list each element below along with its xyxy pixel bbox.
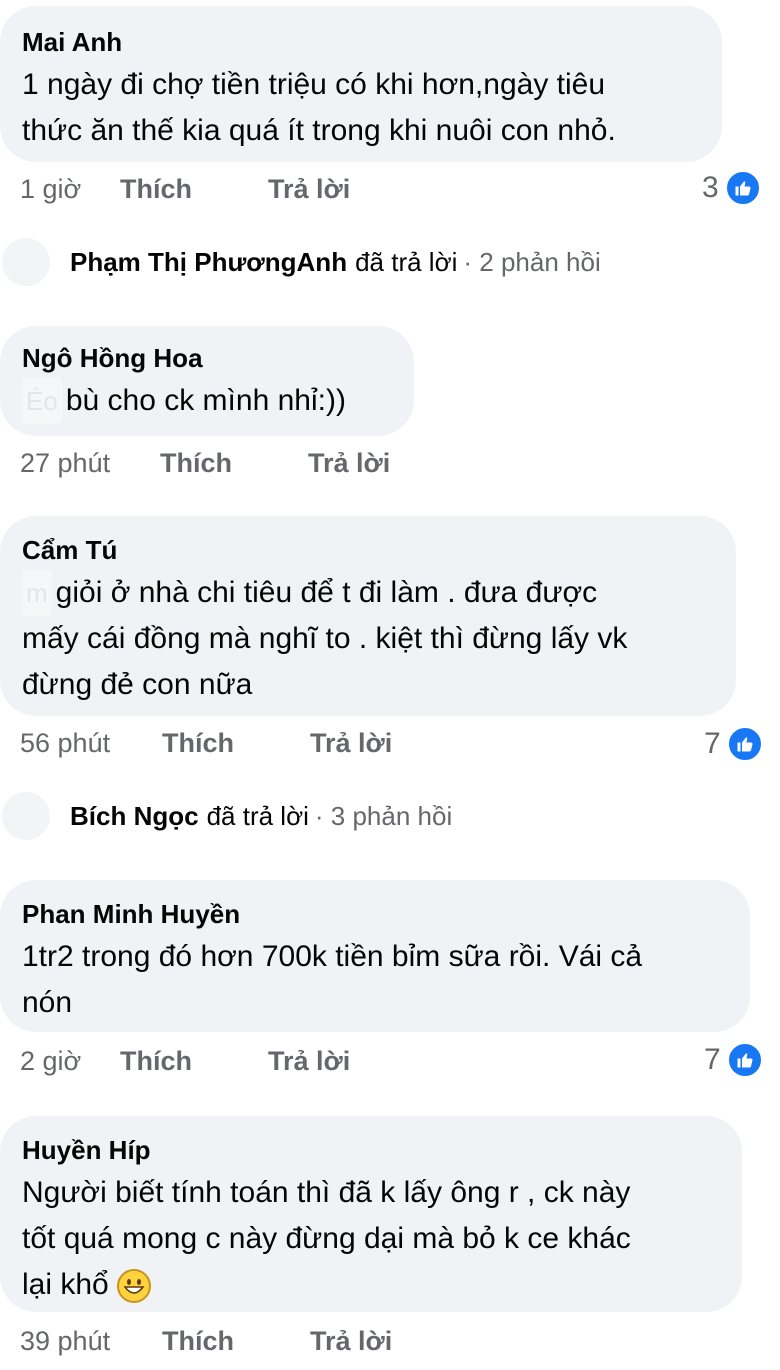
like-button[interactable]: Thích xyxy=(120,1046,192,1077)
view-replies-link[interactable]: Bích Ngọc đã trả lời · 3 phản hồi xyxy=(0,792,452,840)
redacted-text: Éo xyxy=(22,378,62,424)
redacted-text: m xyxy=(22,570,52,616)
avatar xyxy=(2,238,50,286)
comment-time[interactable]: 39 phút xyxy=(20,1326,162,1357)
comment-author[interactable]: Cẩm Tú xyxy=(22,534,706,566)
thumbs-up-icon xyxy=(724,170,761,206)
comment-bubble: Huyền Híp Người biết tính toán thì đã k … xyxy=(0,1116,742,1312)
comment-meta: 56 phút Thích Trả lời xyxy=(20,728,392,759)
like-button[interactable]: Thích xyxy=(160,448,232,479)
reply-author: Phạm Thị PhươngAnh xyxy=(70,246,348,277)
thumbs-up-icon xyxy=(726,726,763,762)
thumbs-up-icon xyxy=(726,1042,763,1078)
reply-button[interactable]: Trả lời xyxy=(310,728,392,759)
comment-time[interactable]: 2 giờ xyxy=(20,1046,120,1077)
reply-button[interactable]: Trả lời xyxy=(268,174,350,205)
reaction-count[interactable]: 7 xyxy=(704,726,763,762)
comment-bubble: Ngô Hồng Hoa Éo bù cho ck mình nhỉ:)) xyxy=(0,326,414,436)
reaction-count[interactable]: 3 xyxy=(702,170,761,206)
comment-text: Người biết tính toán thì đã k lấy ông r … xyxy=(22,1170,712,1308)
comment-time[interactable]: 56 phút xyxy=(20,728,162,759)
comment-text: Éo bù cho ck mình nhỉ:)) xyxy=(22,378,384,424)
comment-author[interactable]: Mai Anh xyxy=(22,26,692,58)
reply-action: đã trả lời xyxy=(206,800,309,831)
view-replies-link[interactable]: Phạm Thị PhươngAnh đã trả lời · 2 phản h… xyxy=(0,238,601,286)
like-button[interactable]: Thích xyxy=(162,728,234,759)
reply-author: Bích Ngọc xyxy=(70,800,199,831)
comment-meta: 2 giờ Thích Trả lời xyxy=(20,1046,350,1077)
reply-count: · 2 phản hồi xyxy=(463,246,601,277)
comment-bubble: Phan Minh Huyền 1tr2 trong đó hơn 700k t… xyxy=(0,880,750,1032)
like-button[interactable]: Thích xyxy=(120,174,192,205)
comment-bubble: Mai Anh 1 ngày đi chợ tiền triệu có khi … xyxy=(0,6,722,162)
comment-text: m giỏi ở nhà chi tiêu để t đi làm . đưa đ… xyxy=(22,570,706,708)
reaction-count[interactable]: 7 xyxy=(704,1042,763,1078)
avatar xyxy=(2,792,50,840)
comment-meta: 39 phút Thích Trả lời xyxy=(20,1326,392,1357)
like-button[interactable]: Thích xyxy=(162,1326,234,1357)
comment-time[interactable]: 1 giờ xyxy=(20,174,120,205)
reply-button[interactable]: Trả lời xyxy=(268,1046,350,1077)
reaction-number: 7 xyxy=(704,727,721,760)
reaction-number: 3 xyxy=(702,171,719,204)
reaction-number: 7 xyxy=(704,1043,721,1076)
grinning-face-emoji-icon xyxy=(117,1269,152,1304)
comment-author[interactable]: Huyền Híp xyxy=(22,1134,712,1166)
reply-count: · 3 phản hồi xyxy=(314,800,453,831)
comment-meta: 1 giờ Thích Trả lời xyxy=(20,174,350,205)
reply-action: đã trả lời xyxy=(355,246,458,277)
comment-author[interactable]: Phan Minh Huyền xyxy=(22,898,720,930)
comment-text: 1 ngày đi chợ tiền triệu có khi hơn,ngày… xyxy=(22,68,616,147)
comment-bubble: Cẩm Tú m giỏi ở nhà chi tiêu để t đi làm … xyxy=(0,516,736,716)
comment-author[interactable]: Ngô Hồng Hoa xyxy=(22,342,384,374)
comment-text: 1tr2 trong đó hơn 700k tiền bỉm sữa rồi.… xyxy=(22,940,643,1019)
reply-button[interactable]: Trả lời xyxy=(308,448,390,479)
comment-meta: 27 phút Thích Trả lời xyxy=(20,448,390,479)
comment-time[interactable]: 27 phút xyxy=(20,448,160,479)
reply-button[interactable]: Trả lời xyxy=(310,1326,392,1357)
